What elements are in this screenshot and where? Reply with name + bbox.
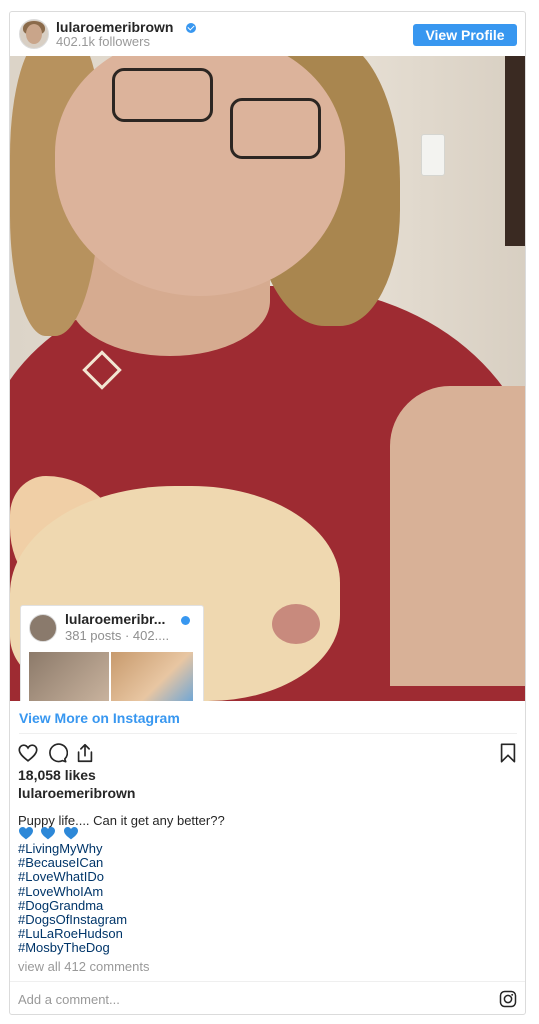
- mini-thumbnail: [111, 652, 193, 701]
- followers-count: 402.1k followers: [56, 34, 150, 49]
- likes-count[interactable]: 18,058 likes: [18, 767, 96, 783]
- hashtag-link[interactable]: #LuLaRoeHudson: [18, 927, 498, 941]
- view-more-link[interactable]: View More on Instagram: [19, 710, 180, 726]
- hashtag-link[interactable]: #DogGrandma: [18, 898, 498, 913]
- action-bar: [17, 742, 517, 764]
- view-profile-button[interactable]: View Profile: [413, 24, 517, 46]
- verified-badge-icon: [186, 23, 196, 33]
- mini-thumbnail: [29, 652, 109, 701]
- mini-profile-card[interactable]: lularoemeribr... 381 posts · 402....: [20, 605, 204, 701]
- divider: [19, 733, 517, 734]
- heart-icon[interactable]: [17, 742, 39, 764]
- hashtag-link[interactable]: #LoveWhoIAm: [18, 884, 498, 899]
- hashtag-list: #LivingMyWhy #BecauseICan #LoveWhatIDo #…: [18, 841, 498, 956]
- hashtag-link[interactable]: #LoveWhatIDo: [18, 870, 498, 884]
- divider: [10, 981, 525, 982]
- add-comment-input[interactable]: Add a comment...: [18, 992, 120, 1007]
- blue-heart-icon: [63, 826, 78, 840]
- hashtag-link[interactable]: #DogsOfInstagram: [18, 912, 498, 927]
- username[interactable]: lularoemeribrown: [56, 19, 173, 35]
- hashtag-link[interactable]: #MosbyTheDog: [18, 941, 498, 955]
- bookmark-icon[interactable]: [497, 742, 519, 764]
- instagram-logo-icon[interactable]: [499, 990, 517, 1008]
- blue-heart-icon: [19, 826, 33, 840]
- post-photo[interactable]: lularoemeribr... 381 posts · 402....: [10, 56, 525, 701]
- instagram-embed-card: lularoemeribrown 402.1k followers View P…: [9, 11, 526, 1015]
- hashtag-link[interactable]: #LivingMyWhy: [18, 841, 498, 856]
- mini-stats: 381 posts · 402....: [65, 628, 170, 643]
- blue-heart-icon: [41, 826, 56, 840]
- thermostat: [421, 134, 445, 176]
- comment-icon[interactable]: [46, 742, 68, 764]
- verified-badge-icon: [181, 616, 190, 625]
- hashtag-link[interactable]: #BecauseICan: [18, 856, 498, 870]
- view-all-comments-link[interactable]: view all 412 comments: [18, 959, 150, 974]
- mini-username: lularoemeribr...: [65, 611, 166, 627]
- avatar[interactable]: [19, 19, 49, 49]
- share-icon[interactable]: [74, 742, 96, 764]
- caption-author[interactable]: lularoemeribrown: [18, 785, 135, 801]
- mini-avatar: [29, 614, 57, 642]
- post-header: lularoemeribrown 402.1k followers View P…: [10, 12, 525, 56]
